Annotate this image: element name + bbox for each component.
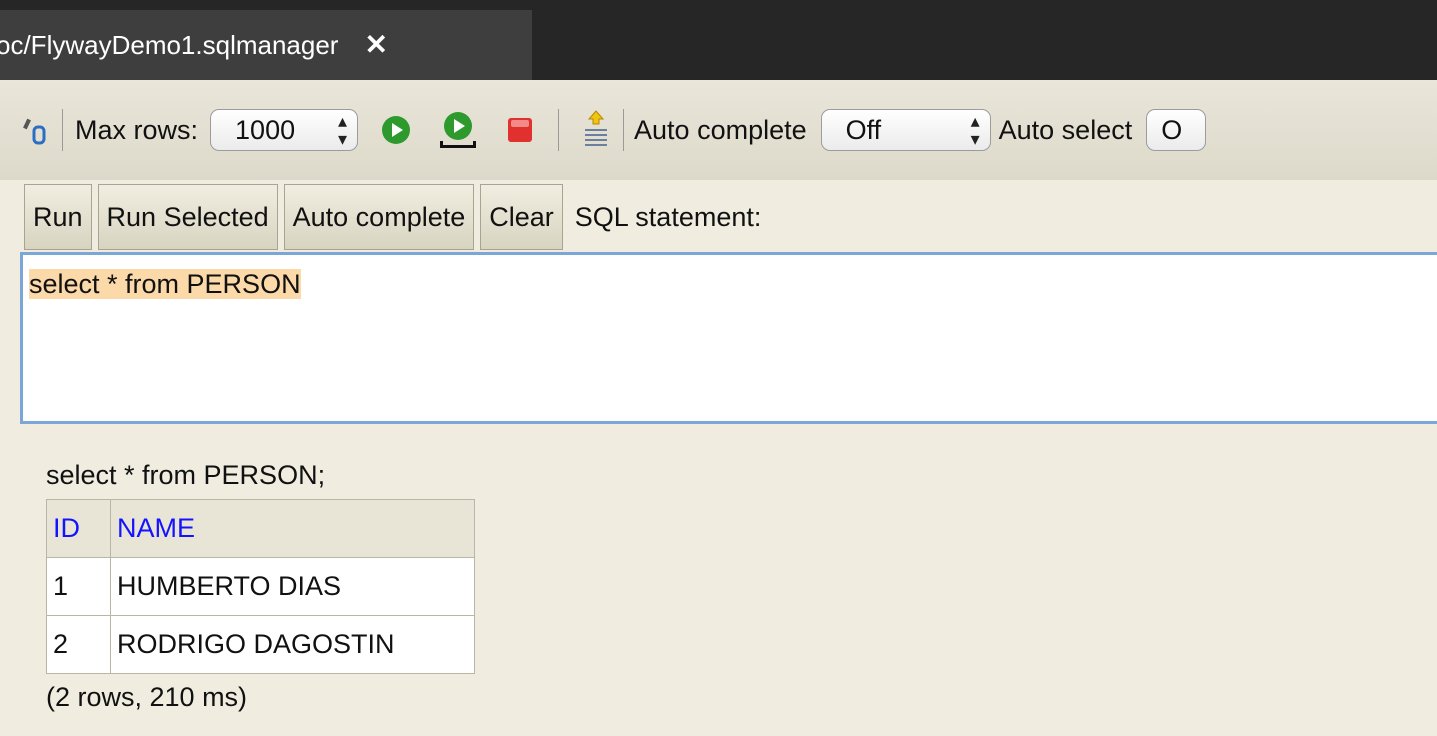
editor-button-row: Run Run Selected Auto complete Clear SQL… bbox=[24, 184, 761, 250]
close-tab-button[interactable]: ✕ bbox=[364, 31, 387, 59]
result-statement: select * from PERSON; bbox=[46, 460, 326, 490]
tab-title: oc/FlywayDemo1.sqlmanager bbox=[0, 29, 339, 60]
sql-statement-label: SQL statement: bbox=[574, 201, 762, 232]
auto-select-value: O bbox=[1161, 114, 1183, 145]
table-row: 2 RODRIGO DAGOSTIN bbox=[46, 615, 475, 674]
max-rows-label: Max rows: bbox=[75, 114, 199, 145]
result-summary: (2 rows, 210 ms) bbox=[46, 682, 248, 712]
clear-button[interactable]: Clear bbox=[480, 184, 563, 250]
toolbar: Max rows: 1000 ▴ ▾ Auto complete Off ▴ ▾… bbox=[0, 80, 1437, 180]
run-selected-button[interactable]: Run Selected bbox=[97, 184, 278, 250]
toolbar-separator bbox=[62, 109, 63, 151]
results-table: ID NAME 1 HUMBERTO DIAS 2 RODRIGO DAGOST… bbox=[46, 499, 475, 674]
editor-tab[interactable]: oc/FlywayDemo1.sqlmanager ✕ bbox=[0, 10, 532, 80]
run-icon[interactable] bbox=[380, 114, 412, 146]
table-header-row: ID NAME bbox=[46, 499, 475, 558]
stepper-arrows-icon: ▴ ▾ bbox=[337, 111, 348, 149]
run-button[interactable]: Run bbox=[24, 184, 92, 250]
column-header-id[interactable]: ID bbox=[46, 499, 111, 558]
toolbar-separator bbox=[623, 109, 625, 151]
edit-pencil-icon[interactable] bbox=[22, 115, 50, 145]
results-panel: select * from PERSON; ID NAME 1 HUMBERTO… bbox=[46, 460, 475, 713]
table-cell: 2 bbox=[46, 615, 111, 674]
sql-editor-text: select * from PERSON bbox=[29, 269, 301, 299]
stop-icon[interactable] bbox=[506, 116, 534, 144]
auto-complete-label: Auto complete bbox=[634, 114, 807, 145]
auto-select-label: Auto select bbox=[998, 114, 1133, 145]
auto-complete-button[interactable]: Auto complete bbox=[283, 184, 475, 250]
table-cell: 1 bbox=[46, 557, 111, 616]
auto-complete-select[interactable]: Off ▴ ▾ bbox=[820, 109, 991, 151]
toolbar-separator bbox=[558, 109, 560, 151]
column-header-name[interactable]: NAME bbox=[110, 499, 475, 558]
auto-complete-value: Off bbox=[845, 114, 882, 145]
table-cell: HUMBERTO DIAS bbox=[110, 557, 475, 616]
sql-editor[interactable]: select * from PERSON bbox=[20, 252, 1437, 424]
dropdown-arrows-icon: ▴ ▾ bbox=[970, 111, 980, 149]
table-row: 1 HUMBERTO DIAS bbox=[46, 557, 475, 616]
tab-bar: oc/FlywayDemo1.sqlmanager ✕ bbox=[0, 0, 1437, 80]
max-rows-value: 1000 bbox=[235, 114, 296, 145]
run-selected-icon[interactable] bbox=[438, 109, 478, 151]
max-rows-select[interactable]: 1000 ▴ ▾ bbox=[210, 109, 359, 151]
table-cell: RODRIGO DAGOSTIN bbox=[110, 615, 475, 674]
format-sql-icon[interactable] bbox=[583, 109, 609, 151]
auto-select-select[interactable]: O bbox=[1146, 109, 1207, 151]
